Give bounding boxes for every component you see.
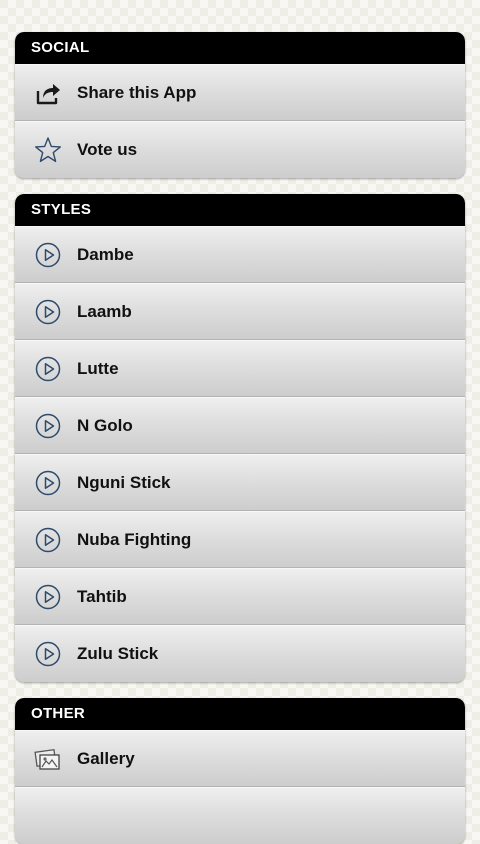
other-item-partial[interactable] bbox=[15, 787, 465, 844]
style-item-dambe[interactable]: Dambe bbox=[15, 226, 465, 283]
play-icon bbox=[34, 241, 62, 269]
style-item-tahtib[interactable]: Tahtib bbox=[15, 568, 465, 625]
style-label: Tahtib bbox=[77, 586, 127, 606]
vote-us-label: Vote us bbox=[77, 140, 138, 159]
share-app-item[interactable]: Share this App bbox=[15, 64, 465, 121]
style-item-lutte[interactable]: Lutte bbox=[15, 340, 465, 397]
social-header: SOCIAL bbox=[15, 32, 465, 64]
other-header: OTHER bbox=[15, 698, 465, 730]
style-label: N Golo bbox=[77, 415, 133, 435]
style-label: Dambe bbox=[77, 244, 134, 264]
other-section: OTHER Gallery bbox=[15, 698, 465, 844]
play-icon bbox=[34, 355, 62, 383]
style-item-nuba-fighting[interactable]: Nuba Fighting bbox=[15, 511, 465, 568]
social-section: SOCIAL Share this App Vote us bbox=[15, 32, 465, 178]
star-icon bbox=[34, 136, 62, 164]
play-icon bbox=[34, 298, 62, 326]
gallery-icon bbox=[34, 745, 62, 773]
gallery-label: Gallery bbox=[77, 748, 135, 768]
style-item-laamb[interactable]: Laamb bbox=[15, 283, 465, 340]
share-icon bbox=[34, 79, 62, 107]
style-label: Zulu Stick bbox=[77, 644, 159, 663]
style-label: Lutte bbox=[77, 358, 119, 378]
play-icon bbox=[34, 412, 62, 440]
style-label: Nuba Fighting bbox=[77, 529, 192, 549]
style-item-n-golo[interactable]: N Golo bbox=[15, 397, 465, 454]
gallery-item[interactable]: Gallery bbox=[15, 730, 465, 787]
style-item-nguni-stick[interactable]: Nguni Stick bbox=[15, 454, 465, 511]
style-label: Nguni Stick bbox=[77, 472, 171, 492]
styles-header: STYLES bbox=[15, 194, 465, 226]
vote-us-item[interactable]: Vote us bbox=[15, 121, 465, 178]
style-label: Laamb bbox=[77, 301, 132, 321]
play-icon bbox=[34, 469, 62, 497]
styles-section: STYLES Dambe Laamb Lutte N Golo Nguni St… bbox=[15, 194, 465, 682]
play-icon bbox=[34, 583, 62, 611]
play-icon bbox=[34, 526, 62, 554]
style-item-zulu-stick[interactable]: Zulu Stick bbox=[15, 625, 465, 682]
play-icon bbox=[34, 640, 62, 668]
share-app-label: Share this App bbox=[77, 82, 197, 102]
